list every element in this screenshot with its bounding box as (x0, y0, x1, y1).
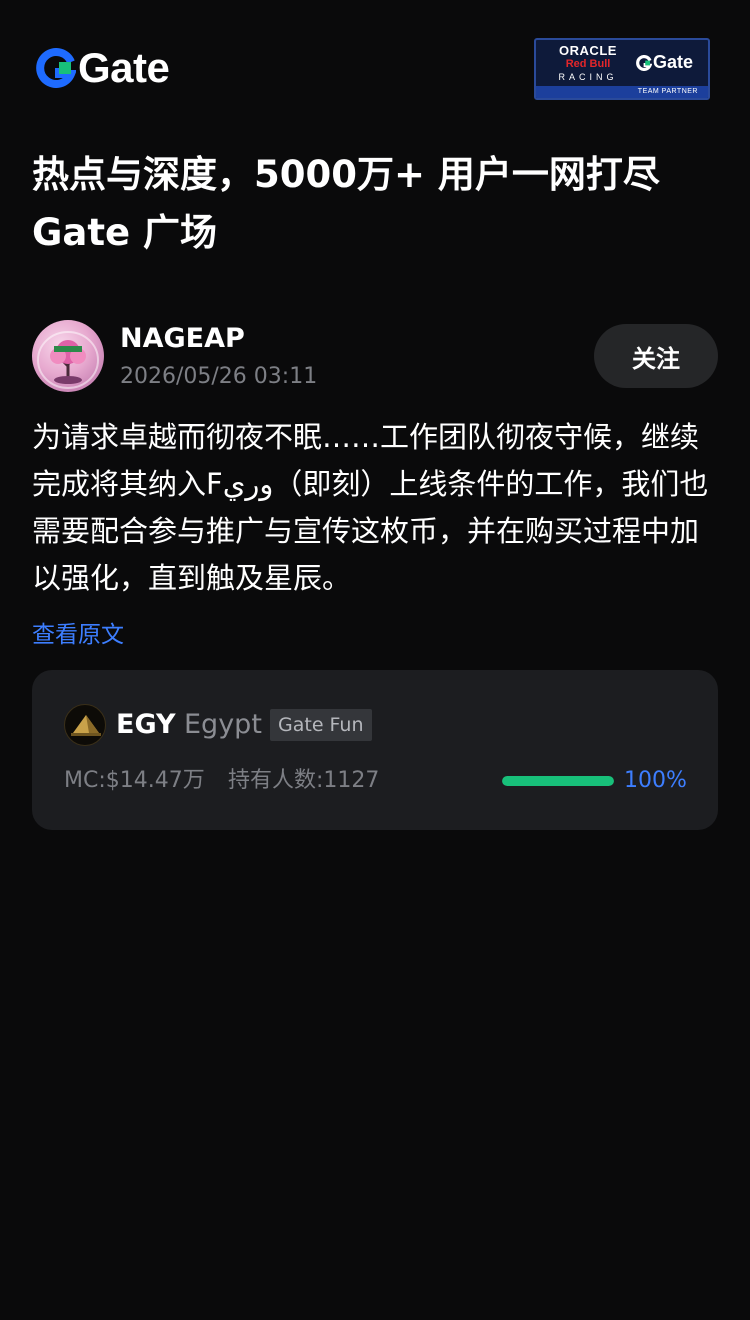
bonding-progress-percent: 100% (624, 768, 687, 793)
team-partner-badge: ORACLE Red Bull RACING Gate TEAM PARTNER (534, 38, 710, 100)
avatar-image (37, 331, 99, 389)
partner-line1: ORACLE (559, 43, 617, 58)
token-name: Egypt (184, 709, 262, 740)
partner-line2: Red Bull (565, 58, 611, 70)
follow-button[interactable]: 关注 (594, 324, 718, 388)
logo-text: Gate (78, 44, 170, 91)
post-content: 为请求卓越而彻夜不眠……工作团队彻夜守候，继续完成将其纳入Fوري（即刻）上线条… (32, 420, 709, 595)
page: Gate ORACLE Red Bull RACING Gate TEAM PA… (0, 0, 750, 1320)
token-symbol: EGY (116, 709, 176, 740)
partner-line3: RACING (558, 72, 618, 82)
app-header: Gate ORACLE Red Bull RACING Gate TEAM PA… (0, 0, 750, 130)
partner-strip: TEAM PARTNER (536, 86, 708, 98)
market-cap: MC:$14.47万 (64, 768, 205, 793)
bonding-progress-fill (502, 776, 614, 786)
partner-gate-logo: Gate (636, 52, 693, 73)
gate-logo-small-icon (636, 54, 652, 71)
author-name[interactable]: NAGEAP (120, 322, 245, 356)
post-timestamp: 2026/05/26 03:11 (120, 364, 318, 389)
pyramid-icon (71, 715, 101, 736)
gate-logo[interactable]: Gate (36, 44, 170, 91)
token-logo-icon (64, 704, 106, 746)
bonding-progress-bar (502, 776, 614, 786)
page-headline: 热点与深度，5000万+ 用户一网打尽 Gate 广场 (32, 153, 660, 254)
author-avatar[interactable] (32, 320, 104, 392)
token-card[interactable]: EGY Egypt Gate Fun MC:$14.47万 持有人数:1127 … (32, 670, 718, 830)
token-tag-badge: Gate Fun (270, 709, 372, 741)
holder-count: 持有人数:1127 (228, 768, 380, 793)
gate-logo-icon (36, 48, 76, 88)
view-original-link[interactable]: 查看原文 (32, 618, 124, 652)
partner-brand: Gate (653, 52, 694, 72)
redbull-racing-logo: ORACLE Red Bull RACING (540, 44, 636, 88)
